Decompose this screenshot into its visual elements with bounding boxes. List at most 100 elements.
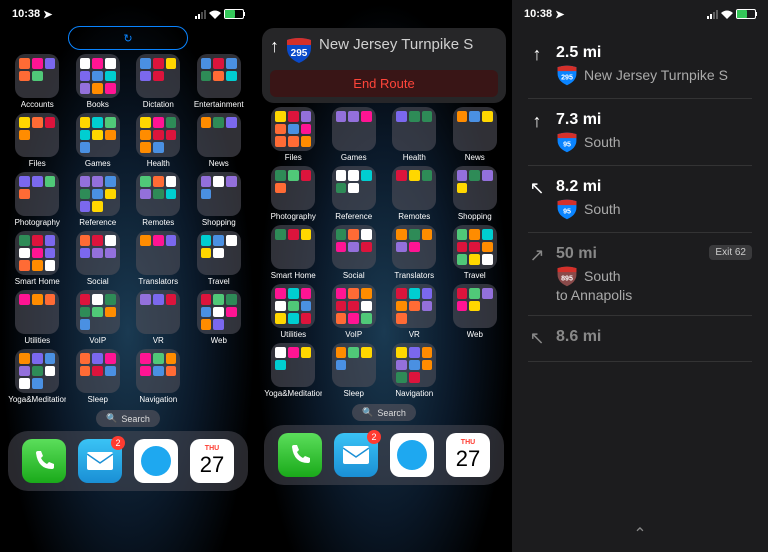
- directions-list[interactable]: ↑2.5 mi295New Jersey Turnpike S↑7.3 mi95…: [512, 24, 768, 370]
- arrow-up-icon: ↑: [270, 36, 279, 57]
- folder-reference[interactable]: Reference: [69, 172, 128, 227]
- dynamic-island-pill[interactable]: ↻: [68, 26, 188, 50]
- direction-distance: 8.2 mi: [556, 178, 752, 196]
- folder-navigation[interactable]: Navigation: [385, 343, 444, 398]
- folder-label: Reference: [79, 218, 116, 227]
- folder-photography[interactable]: Photography: [8, 172, 67, 227]
- folder-icon: [15, 54, 59, 98]
- dock-phone[interactable]: [278, 433, 322, 477]
- folder-files[interactable]: Files: [264, 107, 323, 162]
- folder-social[interactable]: Social: [325, 225, 384, 280]
- folder-icon: [392, 166, 436, 210]
- folder-news[interactable]: News: [190, 113, 249, 168]
- folder-icon: [453, 284, 497, 328]
- dock-mail[interactable]: 2: [334, 433, 378, 477]
- folder-health[interactable]: Health: [129, 113, 188, 168]
- folder-label: Smart Home: [15, 277, 60, 286]
- folder-remotes[interactable]: Remotes: [129, 172, 188, 227]
- nav-banner[interactable]: ↑ 295 New Jersey Turnpike S End Route: [262, 28, 506, 103]
- dock-calendar[interactable]: THU27: [190, 439, 234, 483]
- folder-translators[interactable]: Translators: [129, 231, 188, 286]
- folder-navigation[interactable]: Navigation: [129, 349, 188, 404]
- dock: 2 THU27: [8, 431, 248, 491]
- folder-social[interactable]: Social: [69, 231, 128, 286]
- search-button[interactable]: 🔍 Search: [96, 410, 160, 427]
- folder-icon: [271, 107, 315, 151]
- folder-travel[interactable]: Travel: [190, 231, 249, 286]
- direction-step[interactable]: ↖8.6 mi: [528, 316, 752, 362]
- end-route-button[interactable]: End Route: [270, 70, 498, 97]
- folder-label: Sleep: [344, 389, 364, 398]
- folder-reference[interactable]: Reference: [325, 166, 384, 221]
- folder-games[interactable]: Games: [69, 113, 128, 168]
- direction-step[interactable]: ↑2.5 mi295New Jersey Turnpike S: [528, 32, 752, 99]
- folder-icon: [332, 225, 376, 269]
- folder-icon: [453, 107, 497, 151]
- folder-label: Translators: [394, 271, 434, 280]
- folder-photography[interactable]: Photography: [264, 166, 323, 221]
- folder-games[interactable]: Games: [325, 107, 384, 162]
- folder-accounts[interactable]: Accounts: [8, 54, 67, 109]
- dock-safari[interactable]: [134, 439, 178, 483]
- folder-news[interactable]: News: [446, 107, 505, 162]
- dock-safari[interactable]: [390, 433, 434, 477]
- pull-handle-icon[interactable]: ⌃: [633, 524, 646, 544]
- folder-label: Web: [211, 336, 227, 345]
- search-button[interactable]: 🔍 Search: [352, 404, 416, 421]
- folder-sleep[interactable]: Sleep: [69, 349, 128, 404]
- folder-label: Smart Home: [271, 271, 316, 280]
- folder-label: Reference: [335, 212, 372, 221]
- folder-utilities[interactable]: Utilities: [8, 290, 67, 345]
- dock-mail[interactable]: 2: [78, 439, 122, 483]
- folder-yogameditation[interactable]: Yoga&Meditation: [264, 343, 323, 398]
- status-time: 10:38: [12, 8, 40, 20]
- folder-web[interactable]: Web: [190, 290, 249, 345]
- status-bar: 10:38 ➤: [0, 0, 256, 24]
- folder-books[interactable]: Books: [69, 54, 128, 109]
- folder-label: Utilities: [280, 330, 306, 339]
- svg-text:895: 895: [561, 276, 573, 283]
- folder-voip[interactable]: VoIP: [325, 284, 384, 339]
- direction-step[interactable]: ↑7.3 mi95South: [528, 99, 752, 166]
- folder-label: Yoga&Meditation: [264, 389, 322, 398]
- folder-smarthome[interactable]: Smart Home: [8, 231, 67, 286]
- folder-label: Social: [343, 271, 365, 280]
- dock-phone[interactable]: [22, 439, 66, 483]
- folder-label: Entertainment: [194, 100, 244, 109]
- route-shield-icon: 895: [556, 265, 578, 287]
- folder-vr[interactable]: VR: [385, 284, 444, 339]
- folder-utilities[interactable]: Utilities: [264, 284, 323, 339]
- folder-remotes[interactable]: Remotes: [385, 166, 444, 221]
- direction-step[interactable]: ↗50 mi895Southto AnnapolisExit 62: [528, 233, 752, 316]
- folder-files[interactable]: Files: [8, 113, 67, 168]
- folder-shopping[interactable]: Shopping: [446, 166, 505, 221]
- folder-label: Games: [341, 153, 367, 162]
- folder-shopping[interactable]: Shopping: [190, 172, 249, 227]
- folder-label: Navigation: [395, 389, 433, 398]
- direction-step[interactable]: ↖8.2 mi95South: [528, 166, 752, 233]
- folder-icon: [197, 54, 241, 98]
- folder-yogameditation[interactable]: Yoga&Meditation: [8, 349, 67, 404]
- folder-translators[interactable]: Translators: [385, 225, 444, 280]
- folder-icon: [136, 231, 180, 275]
- folder-label: Travel: [208, 277, 230, 286]
- folder-travel[interactable]: Travel: [446, 225, 505, 280]
- folder-voip[interactable]: VoIP: [69, 290, 128, 345]
- folder-smarthome[interactable]: Smart Home: [264, 225, 323, 280]
- direction-arrow-icon: ↑: [528, 44, 546, 65]
- folder-label: Web: [467, 330, 483, 339]
- search-icon: 🔍: [362, 407, 373, 418]
- folder-icon: [76, 54, 120, 98]
- folder-health[interactable]: Health: [385, 107, 444, 162]
- dock-calendar[interactable]: THU27: [446, 433, 490, 477]
- folder-icon: [453, 166, 497, 210]
- folder-sleep[interactable]: Sleep: [325, 343, 384, 398]
- folder-vr[interactable]: VR: [129, 290, 188, 345]
- folder-web[interactable]: Web: [446, 284, 505, 339]
- folder-icon: [392, 107, 436, 151]
- folder-entertainment[interactable]: Entertainment: [190, 54, 249, 109]
- folder-label: Photography: [271, 212, 316, 221]
- folder-icon: [136, 349, 180, 393]
- folder-dictation[interactable]: Dictation: [129, 54, 188, 109]
- folder-label: VR: [409, 330, 420, 339]
